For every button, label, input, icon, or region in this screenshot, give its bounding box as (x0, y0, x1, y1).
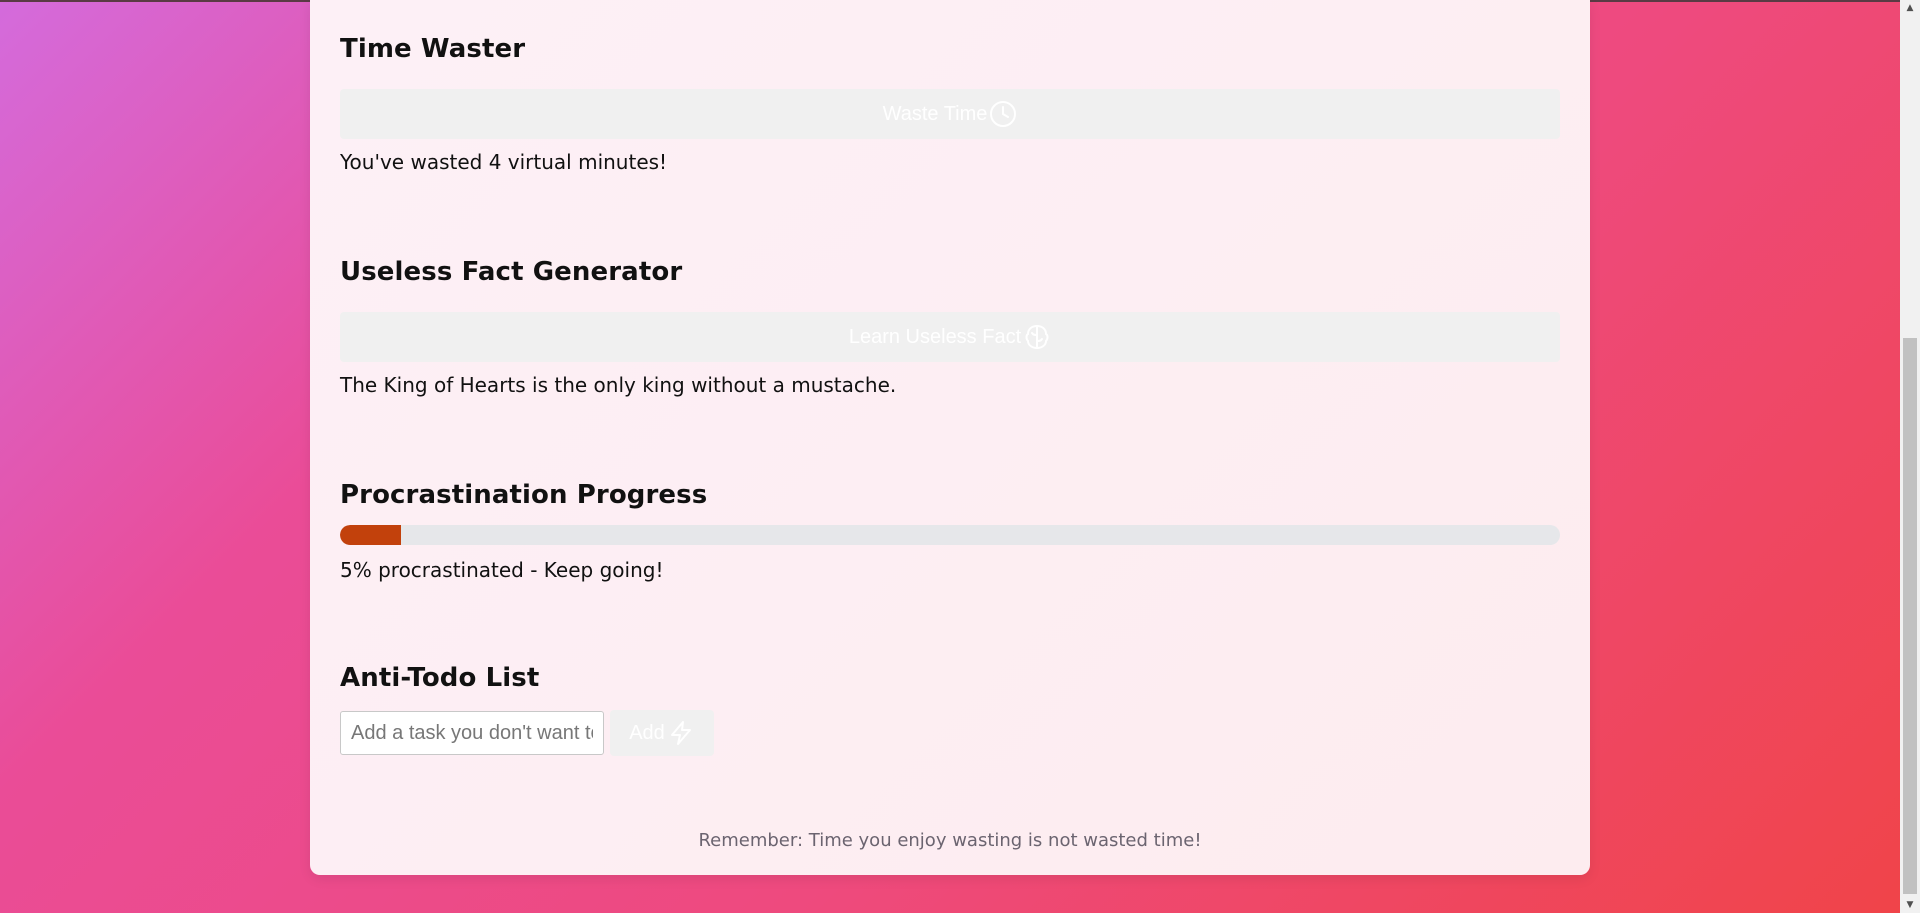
procrastination-progress-bar (340, 525, 1560, 545)
clock-icon (989, 100, 1017, 128)
brain-icon (1023, 323, 1051, 351)
scroll-up-arrow-icon[interactable]: ▲ (1900, 0, 1920, 16)
procrastination-progress-fill (340, 525, 401, 545)
learn-useless-fact-label: Learn Useless Fact (848, 325, 1022, 348)
waste-time-button[interactable]: Waste Time (340, 89, 1560, 139)
footer-quote: Remember: Time you enjoy wasting is not … (698, 830, 1202, 851)
add-anti-todo-button[interactable]: Add (610, 710, 714, 756)
scroll-down-arrow-icon[interactable]: ▼ (1900, 897, 1920, 913)
procrastination-title: Procrastination Progress (340, 480, 708, 510)
anti-todo-input[interactable] (340, 711, 604, 755)
lightning-icon (667, 719, 695, 747)
time-wasted-text: You've wasted 4 virtual minutes! (340, 150, 668, 174)
procrastination-status: 5% procrastinated - Keep going! (340, 558, 664, 582)
waste-time-label: Waste Time (882, 102, 988, 125)
vertical-scrollbar[interactable]: ▲ ▼ (1900, 0, 1920, 913)
useless-fact-section: Useless Fact Generator Learn Useless Fac… (340, 257, 1560, 407)
main-card: Time Waster Waste Time You've wasted 4 v… (310, 0, 1590, 875)
scrollbar-thumb[interactable] (1903, 338, 1917, 894)
useless-fact-text: The King of Hearts is the only king with… (340, 373, 897, 397)
time-waster-title: Time Waster (340, 34, 526, 64)
useless-fact-title: Useless Fact Generator (340, 257, 683, 287)
anti-todo-section: Anti-Todo List Add (340, 663, 1560, 763)
learn-useless-fact-button[interactable]: Learn Useless Fact (340, 312, 1560, 362)
time-waster-section: Time Waster Waste Time You've wasted 4 v… (340, 34, 1560, 184)
procrastination-section: Procrastination Progress 5% procrastinat… (340, 480, 1560, 590)
anti-todo-title: Anti-Todo List (340, 663, 540, 693)
add-label: Add (629, 721, 665, 744)
